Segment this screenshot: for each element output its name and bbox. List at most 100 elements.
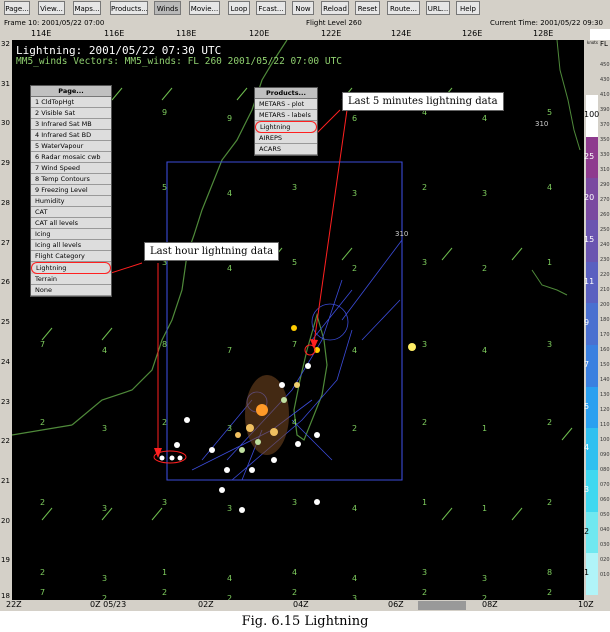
page-menu-item[interactable]: 1 CldTopHgt [31, 97, 111, 108]
flight-level-label: Flight Level 260 [306, 19, 362, 27]
time-slider-thumb[interactable] [418, 601, 466, 610]
wind-speed-label: 3 [482, 574, 488, 583]
colorbar-fl-tick: 180 [600, 317, 610, 323]
reload-button[interactable]: Reload [321, 1, 349, 15]
colorbar-fl-tick: 250 [600, 227, 610, 233]
lon-label: 114E [31, 29, 52, 38]
products-menu-item[interactable]: Lightning [255, 121, 317, 133]
products-menu-item[interactable]: METARS - labels [255, 110, 317, 121]
help-button[interactable]: Help [456, 1, 480, 15]
colorbar-speed-label: 5 [584, 401, 590, 411]
wind-speed-label: 3 [227, 424, 233, 433]
callout-arrow [313, 109, 348, 344]
page-menu-item[interactable]: CAT all levels [31, 218, 111, 229]
lat-label: 28 [1, 199, 10, 207]
page-menu-item[interactable]: Humidity [31, 196, 111, 207]
colorbar-fl-tick: 390 [600, 107, 610, 113]
page-menu-item[interactable]: Lightning [31, 262, 111, 274]
colorbar-speed-label: 7 [584, 359, 590, 369]
wind-speed-label: 2 [422, 418, 428, 427]
lightning-strike [249, 467, 255, 473]
winds-button[interactable]: Winds [154, 1, 181, 15]
colorbar-fl-tick: 210 [600, 287, 610, 293]
lat-label: 24 [1, 358, 10, 366]
lightning-strike [159, 455, 165, 461]
timeline-label: 06Z [388, 600, 404, 609]
page-menu-title: Page... [31, 86, 111, 97]
view-menu-button[interactable]: View... [38, 1, 65, 15]
page-menu-item[interactable]: Icing all levels [31, 240, 111, 251]
wind-speed-label: 2 [352, 424, 358, 433]
lightning-strike [279, 382, 285, 388]
now-button[interactable]: Now [292, 1, 314, 15]
lightning-strike [239, 507, 245, 513]
route-menu-button[interactable]: Route... [387, 1, 420, 15]
wind-speed-label: 2 [162, 418, 168, 427]
loop-button[interactable]: Loop [228, 1, 250, 15]
colorbar-speed-label: 25 [584, 151, 595, 161]
coastline [531, 269, 568, 296]
page-menu-item[interactable]: 3 Infrared Sat MB [31, 119, 111, 130]
colorbar-fl-tick: 160 [600, 347, 610, 353]
colorbar-header: FL [600, 40, 608, 48]
time-slider[interactable]: 22Z 0Z 05/23 02Z 04Z 06Z 08Z 10Z [0, 600, 610, 611]
wind-speed-label: 3 [292, 498, 298, 507]
colorbar-fl-tick: 310 [600, 167, 610, 173]
page-menu-item[interactable]: 5 WaterVapour [31, 141, 111, 152]
colorbar-speed-label: 4 [584, 443, 590, 453]
products-menu-item[interactable]: ACARS [255, 144, 317, 155]
wind-speed-label: 1 [422, 498, 428, 507]
wind-speed-label: 4 [352, 574, 358, 583]
current-time-label: Current Time: 2001/05/22 09:30 [490, 19, 603, 27]
lightning-strike [271, 457, 277, 463]
wind-speed-label: 3 [422, 258, 428, 267]
wind-speed-label: 3 [162, 498, 168, 507]
page-menu-item[interactable]: 9 Freezing Level [31, 185, 111, 196]
page-menu-item[interactable]: 7 Wind Speed [31, 163, 111, 174]
page-menu-item[interactable]: 4 Infrared Sat BD [31, 130, 111, 141]
wind-speed-label: 3 [422, 340, 428, 349]
wind-speed-label: 2 [547, 498, 553, 507]
colorbar-fl-tick: 370 [600, 122, 610, 128]
colorbar-speed-label: 3 [584, 484, 590, 494]
products-menu-item[interactable]: METARS - plot [255, 99, 317, 110]
wind-speed-colorbar: knots FL 100 25 20 15 11 9 7 5 4 3 2 1 450 430 410 390… [584, 40, 610, 600]
weather-map[interactable]: Lightning: 2001/05/22 07:30 UTC MM5_wind… [12, 40, 584, 600]
page-menu-item[interactable]: 2 Visible Sat [31, 108, 111, 119]
maps-menu-button[interactable]: Maps... [73, 1, 101, 15]
lat-label: 31 [1, 80, 10, 88]
fcast-menu-button[interactable]: Fcast... [256, 1, 286, 15]
page-menu-button[interactable]: Page... [4, 1, 30, 15]
products-menu-button[interactable]: Products... [110, 1, 148, 15]
wind-speed-label: 2 [40, 568, 46, 577]
colorbar-fl-tick: 170 [600, 332, 610, 338]
colorbar-fl-tick: 130 [600, 392, 610, 398]
products-menu-item[interactable]: AIREPS [255, 133, 317, 144]
timeline-label: 0Z 05/23 [90, 600, 127, 609]
page-menu-item[interactable]: 8 Temp Contours [31, 174, 111, 185]
timeline-label: 10Z [578, 600, 594, 609]
page-menu-item[interactable]: Icing [31, 229, 111, 240]
colorbar-fl-tick: 090 [600, 452, 610, 458]
colorbar-fl-tick: 200 [600, 302, 610, 308]
page-menu-item[interactable]: 6 Radar mosaic cwb [31, 152, 111, 163]
lightning-strike [294, 382, 300, 388]
wind-speed-label: 8 [162, 340, 168, 349]
url-menu-button[interactable]: URL... [426, 1, 450, 15]
last-5min-callout: Last 5 minutes lightning data [342, 92, 504, 111]
lightning-strike [224, 467, 230, 473]
lightning-strike [408, 343, 416, 351]
reset-button[interactable]: Reset [355, 1, 380, 15]
colorbar-fl-tick: 010 [600, 572, 610, 578]
lat-label: 27 [1, 239, 10, 247]
page-menu-item[interactable]: Terrain [31, 274, 111, 285]
wind-speed-label: 1 [547, 258, 553, 267]
wind-speed-label: 3 [422, 568, 428, 577]
wind-speed-label: 2 [162, 588, 168, 597]
page-menu-item[interactable]: Flight Category [31, 251, 111, 262]
movie-menu-button[interactable]: Movie... [189, 1, 220, 15]
wind-speed-label: 1 [162, 568, 168, 577]
page-menu-item[interactable]: None [31, 285, 111, 296]
wind-speed-label: 4 [547, 183, 553, 192]
page-menu-item[interactable]: CAT [31, 207, 111, 218]
